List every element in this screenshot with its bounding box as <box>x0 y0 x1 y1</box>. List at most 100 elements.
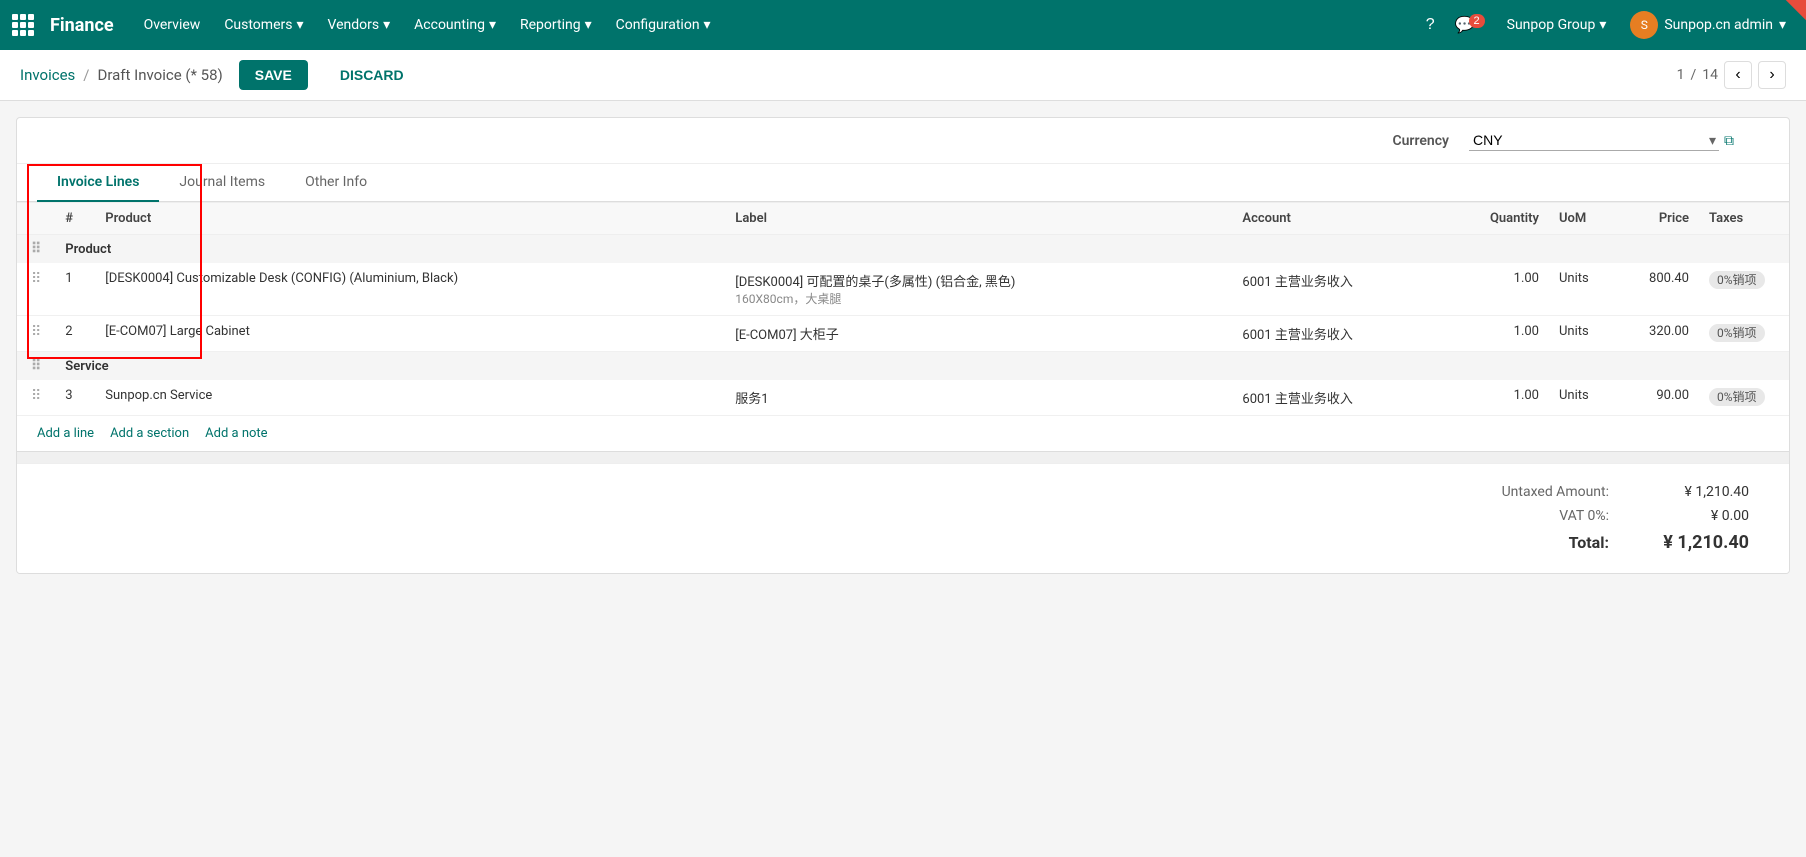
table-row[interactable]: ⠿ 3 Sunpop.cn Service 服务1 6001 主营业务收入 1.… <box>17 380 1789 416</box>
tabs: Invoice Lines Journal Items Other Info <box>37 164 1769 201</box>
tab-journal-items[interactable]: Journal Items <box>159 164 285 202</box>
vat-value: ¥ 0.00 <box>1649 508 1749 524</box>
discard-button[interactable]: DISCARD <box>324 60 420 90</box>
invoice-table: # Product Label Account Quantity UoM Pri… <box>17 202 1789 416</box>
row-uom-3[interactable]: Units <box>1549 380 1619 416</box>
top-bar: Invoices / Draft Invoice (* 58) SAVE DIS… <box>0 50 1806 101</box>
breadcrumb: Invoices / Draft Invoice (* 58) <box>20 66 223 84</box>
breadcrumb-current: Draft Invoice (* 58) <box>97 66 222 84</box>
nav-customers[interactable]: Customers ▾ <box>214 11 313 39</box>
pager-prev-button[interactable]: ‹ <box>1724 61 1752 89</box>
row-account-3[interactable]: 6001 主营业务收入 <box>1232 380 1469 416</box>
drag-handle-1[interactable]: ⠿ <box>27 271 45 287</box>
chevron-down-icon: ▾ <box>1779 17 1786 33</box>
section-label-service: Service <box>55 352 1789 381</box>
row-product-2[interactable]: [E-COM07] Large Cabinet <box>95 316 725 352</box>
add-section-link[interactable]: Add a section <box>110 426 189 441</box>
table-row[interactable]: ⠿ 2 [E-COM07] Large Cabinet [E-COM07] 大柜… <box>17 316 1789 352</box>
nav-configuration[interactable]: Configuration ▾ <box>606 11 721 39</box>
row-label-2[interactable]: [E-COM07] 大柜子 <box>725 316 1232 352</box>
section-row-product: ⠿ Product <box>17 235 1789 264</box>
navbar: Finance Overview Customers ▾ Vendors ▾ A… <box>0 0 1806 50</box>
currency-row: Currency CNY ▾ ⧉ <box>17 118 1789 164</box>
horizontal-scrollbar[interactable] <box>17 451 1789 463</box>
row-label-1[interactable]: [DESK0004] 可配置的桌子(多属性) (铝合金, 黑色) 160X80c… <box>725 263 1232 316</box>
untaxed-row: Untaxed Amount: ¥ 1,210.40 <box>1449 484 1749 500</box>
company-selector[interactable]: Sunpop Group ▾ <box>1499 11 1615 39</box>
add-line-link[interactable]: Add a line <box>37 426 94 441</box>
tab-other-info[interactable]: Other Info <box>285 164 387 202</box>
chevron-down-icon: ▾ <box>704 17 711 33</box>
nav-right: ? 💬 2 Sunpop Group ▾ S Sunpop.cn admin ▾ <box>1420 5 1794 45</box>
pager-total: 14 <box>1702 67 1718 83</box>
table-row[interactable]: ⠿ 1 [DESK0004] Customizable Desk (CONFIG… <box>17 263 1789 316</box>
main-content: Currency CNY ▾ ⧉ Invoice Lines Journal I… <box>16 117 1790 574</box>
row-num-2: 2 <box>55 316 95 352</box>
tab-invoice-lines[interactable]: Invoice Lines <box>37 164 159 202</box>
add-actions: Add a line Add a section Add a note <box>17 416 1789 451</box>
row-num-3: 3 <box>55 380 95 416</box>
col-account: Account <box>1232 203 1469 235</box>
drag-handle-product[interactable]: ⠿ <box>27 241 45 257</box>
untaxed-label: Untaxed Amount: <box>1449 484 1609 500</box>
col-label: Label <box>725 203 1232 235</box>
row-taxes-2[interactable]: 0%销项 <box>1699 316 1789 352</box>
row-product-1[interactable]: [DESK0004] Customizable Desk (CONFIG) (A… <box>95 263 725 316</box>
currency-select[interactable]: CNY <box>1469 130 1719 151</box>
avatar: S <box>1630 11 1658 39</box>
chevron-down-icon: ▾ <box>296 17 303 33</box>
row-uom-2[interactable]: Units <box>1549 316 1619 352</box>
row-qty-2[interactable]: 1.00 <box>1469 316 1549 352</box>
table-header: # Product Label Account Quantity UoM Pri… <box>17 203 1789 235</box>
external-link-icon[interactable]: ⧉ <box>1724 133 1734 149</box>
drag-handle-service[interactable]: ⠿ <box>27 358 45 374</box>
chevron-down-icon: ▾ <box>489 17 496 33</box>
total-value: ¥ 1,210.40 <box>1649 532 1749 553</box>
currency-select-wrap: CNY ▾ ⧉ <box>1469 130 1769 151</box>
notification-badge: 2 <box>1469 14 1485 28</box>
help-icon[interactable]: ? <box>1420 10 1441 40</box>
row-account-1[interactable]: 6001 主营业务收入 <box>1232 263 1469 316</box>
nav-accounting[interactable]: Accounting ▾ <box>404 11 506 39</box>
row-product-3[interactable]: Sunpop.cn Service <box>95 380 725 416</box>
tabs-area: Invoice Lines Journal Items Other Info #… <box>17 164 1789 451</box>
chevron-down-icon: ▾ <box>383 17 390 33</box>
nav-vendors[interactable]: Vendors ▾ <box>318 11 401 39</box>
vat-label: VAT 0%: <box>1449 508 1609 524</box>
col-taxes: Taxes <box>1699 203 1789 235</box>
app-brand: Finance <box>50 15 114 36</box>
row-price-1[interactable]: 800.40 <box>1619 263 1699 316</box>
row-account-2[interactable]: 6001 主营业务收入 <box>1232 316 1469 352</box>
drag-handle-3[interactable]: ⠿ <box>27 388 45 404</box>
user-menu[interactable]: S Sunpop.cn admin ▾ <box>1622 5 1794 45</box>
total-label: Total: <box>1449 533 1609 552</box>
pager-current: 1 <box>1677 67 1685 83</box>
apps-icon[interactable] <box>12 14 34 36</box>
pager-next-button[interactable]: › <box>1758 61 1786 89</box>
breadcrumb-parent[interactable]: Invoices <box>20 66 75 84</box>
nav-overview[interactable]: Overview <box>134 11 211 39</box>
drag-handle-2[interactable]: ⠿ <box>27 324 45 340</box>
breadcrumb-separator: / <box>83 66 89 84</box>
row-label-3[interactable]: 服务1 <box>725 380 1232 416</box>
row-uom-1[interactable]: Units <box>1549 263 1619 316</box>
col-drag <box>17 203 55 235</box>
add-note-link[interactable]: Add a note <box>205 426 267 441</box>
table-body: ⠿ Product ⠿ 1 [DESK0004] Customizable De… <box>17 235 1789 416</box>
row-taxes-3[interactable]: 0%销项 <box>1699 380 1789 416</box>
row-price-2[interactable]: 320.00 <box>1619 316 1699 352</box>
nav-reporting[interactable]: Reporting ▾ <box>510 11 602 39</box>
save-button[interactable]: SAVE <box>239 60 308 90</box>
pager: 1 / 14 ‹ › <box>1677 61 1786 89</box>
col-hash: # <box>55 203 95 235</box>
chat-icon[interactable]: 💬 2 <box>1449 9 1491 41</box>
row-price-3[interactable]: 90.00 <box>1619 380 1699 416</box>
row-qty-1[interactable]: 1.00 <box>1469 263 1549 316</box>
tabs-container: Invoice Lines Journal Items Other Info <box>17 164 1789 202</box>
section-label-product: Product <box>55 235 1789 264</box>
row-num-1: 1 <box>55 263 95 316</box>
col-quantity: Quantity <box>1469 203 1549 235</box>
row-taxes-1[interactable]: 0%销项 <box>1699 263 1789 316</box>
row-qty-3[interactable]: 1.00 <box>1469 380 1549 416</box>
currency-label: Currency <box>1349 133 1449 149</box>
